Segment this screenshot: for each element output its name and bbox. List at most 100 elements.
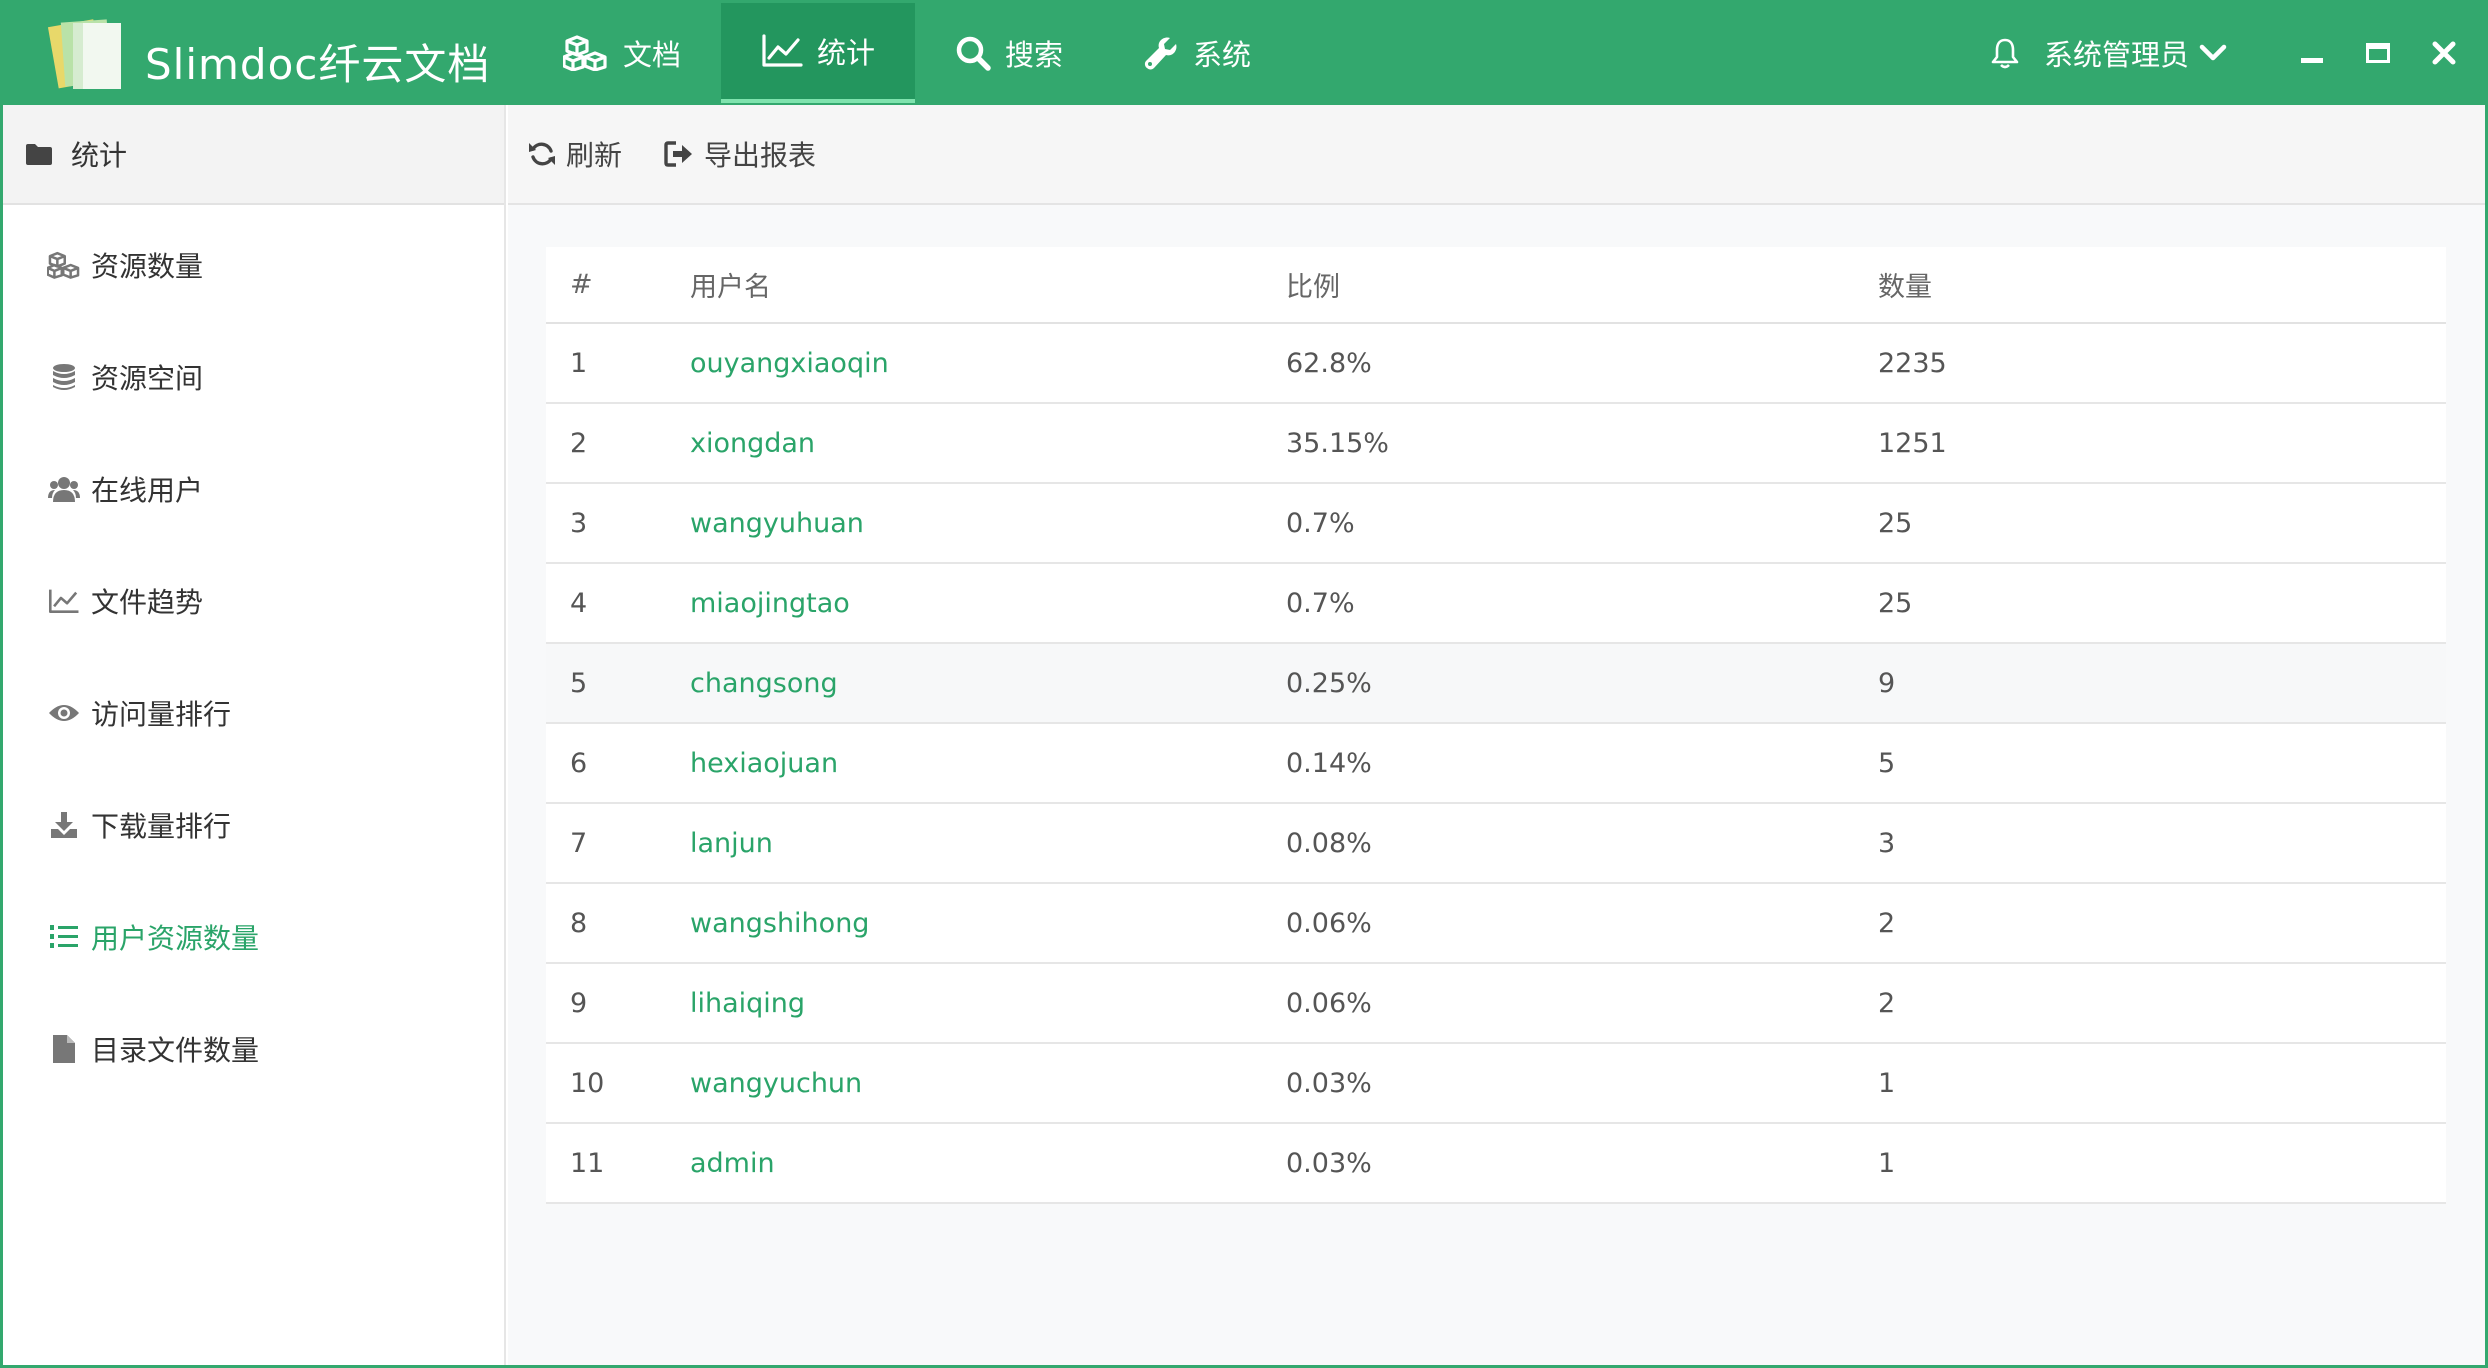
ratio-cell: 0.06% <box>1286 963 1878 1044</box>
nav-item-system[interactable]: 系统 <box>1103 3 1291 103</box>
sidebar-item-label: 访问量排行 <box>91 698 232 731</box>
chevron-down-icon[interactable] <box>2199 43 2227 63</box>
ratio-cell: 0.08% <box>1286 803 1878 884</box>
username-link[interactable]: lihaiqing <box>690 963 1286 1044</box>
table-row: 8 wangshihong 0.06% 2 <box>546 883 2446 964</box>
row-index: 7 <box>546 803 690 884</box>
sidebar-item-label: 资源数量 <box>91 250 204 283</box>
sidebar-header: 统计 <box>3 105 504 205</box>
list-ol-icon <box>50 925 78 948</box>
line-chart-icon <box>762 34 803 67</box>
refresh-icon <box>529 142 555 166</box>
sidebar-item-file-trend[interactable]: 文件趋势 <box>3 545 504 657</box>
main-nav: 文档 统计 搜索 系统 <box>523 3 1291 103</box>
username-link[interactable]: ouyangxiaoqin <box>690 323 1286 404</box>
row-index: 2 <box>546 403 690 484</box>
sidebar-item-online-users[interactable]: 在线用户 <box>3 433 504 545</box>
ratio-cell: 0.06% <box>1286 883 1878 964</box>
export-report-button[interactable]: 导出报表 <box>664 134 816 174</box>
bell-icon[interactable] <box>1990 37 2020 69</box>
count-cell: 25 <box>1878 563 2446 644</box>
maximize-button[interactable] <box>2345 3 2411 103</box>
count-cell: 2 <box>1878 963 2446 1044</box>
table-header-row: # 用户名 比例 数量 <box>546 247 2446 324</box>
ratio-cell: 0.25% <box>1286 643 1878 724</box>
sidebar-item-label: 文件趋势 <box>91 586 204 619</box>
column-header-username: 用户名 <box>690 247 1286 324</box>
nav-label-system: 系统 <box>1193 38 1252 72</box>
table-row: 6 hexiaojuan 0.14% 5 <box>546 723 2446 804</box>
cubes-icon <box>47 251 80 279</box>
table-row: 7 lanjun 0.08% 3 <box>546 803 2446 884</box>
sidebar-item-download-ranking[interactable]: 下载量排行 <box>3 769 504 881</box>
ratio-cell: 0.7% <box>1286 563 1878 644</box>
app-logo-icon <box>47 19 121 89</box>
nav-item-search[interactable]: 搜索 <box>915 3 1103 103</box>
sidebar: 统计 资源数量 资源空间 在线用户 文件趋势 访问量排行 下载量排行 用户资源数… <box>3 105 506 1365</box>
wrench-icon <box>1144 37 1177 70</box>
row-index: 1 <box>546 323 690 404</box>
download-icon <box>51 812 77 838</box>
username-link[interactable]: hexiaojuan <box>690 723 1286 804</box>
username-link[interactable]: lanjun <box>690 803 1286 884</box>
table-row: 1 ouyangxiaoqin 62.8% 2235 <box>546 323 2446 404</box>
sidebar-item-resource-space[interactable]: 资源空间 <box>3 321 504 433</box>
file-icon <box>53 1035 75 1063</box>
main-content: 刷新 导出报表 # 用户名 比例 数量 1 ouyangxiaoqin 62.8… <box>508 105 2485 1365</box>
row-index: 11 <box>546 1123 690 1204</box>
ratio-cell: 62.8% <box>1286 323 1878 404</box>
count-cell: 5 <box>1878 723 2446 804</box>
table-row: 3 wangyuhuan 0.7% 25 <box>546 483 2446 564</box>
username-link[interactable]: xiongdan <box>690 403 1286 484</box>
sidebar-item-label: 下载量排行 <box>91 810 232 843</box>
minimize-button[interactable] <box>2279 3 2345 103</box>
column-header-ratio: 比例 <box>1286 247 1878 324</box>
row-index: 4 <box>546 563 690 644</box>
cubes-icon <box>563 35 607 71</box>
refresh-label: 刷新 <box>566 139 623 172</box>
app-brand: Slimdoc纤云文档 <box>145 40 491 89</box>
maximize-icon <box>2366 43 2390 63</box>
row-index: 9 <box>546 963 690 1044</box>
count-cell: 1 <box>1878 1123 2446 1204</box>
username-link[interactable]: wangshihong <box>690 883 1286 964</box>
username-link[interactable]: miaojingtao <box>690 563 1286 644</box>
ratio-cell: 0.14% <box>1286 723 1878 804</box>
sidebar-title: 统计 <box>71 139 128 172</box>
ratio-cell: 0.03% <box>1286 1043 1878 1124</box>
nav-item-statistics[interactable]: 统计 <box>721 3 916 103</box>
ratio-cell: 0.7% <box>1286 483 1878 564</box>
sidebar-menu: 资源数量 资源空间 在线用户 文件趋势 访问量排行 下载量排行 用户资源数量 目… <box>3 205 504 1105</box>
count-cell: 25 <box>1878 483 2446 564</box>
sidebar-item-directory-file-count[interactable]: 目录文件数量 <box>3 993 504 1105</box>
user-resource-table-container: # 用户名 比例 数量 1 ouyangxiaoqin 62.8% 2235 2 <box>546 247 2446 1204</box>
username-link[interactable]: wangyuchun <box>690 1043 1286 1124</box>
username-link[interactable]: changsong <box>690 643 1286 724</box>
sidebar-item-user-resource-count[interactable]: 用户资源数量 <box>3 881 504 993</box>
eye-icon <box>49 705 79 721</box>
folder-icon <box>26 144 52 165</box>
sidebar-item-label: 资源空间 <box>91 362 204 395</box>
count-cell: 3 <box>1878 803 2446 884</box>
database-icon <box>53 364 75 390</box>
table-row: 5 changsong 0.25% 9 <box>546 643 2446 724</box>
nav-label-search: 搜索 <box>1005 38 1064 72</box>
column-header-index: # <box>546 247 690 324</box>
sign-out-icon <box>664 141 693 167</box>
table-row: 4 miaojingtao 0.7% 25 <box>546 563 2446 644</box>
close-button[interactable] <box>2411 3 2477 103</box>
nav-item-documents[interactable]: 文档 <box>523 3 721 103</box>
sidebar-item-visit-ranking[interactable]: 访问量排行 <box>3 657 504 769</box>
table-row: 10 wangyuchun 0.03% 1 <box>546 1043 2446 1124</box>
username-link[interactable]: admin <box>690 1123 1286 1204</box>
count-cell: 2235 <box>1878 323 2446 404</box>
table-row: 11 admin 0.03% 1 <box>546 1123 2446 1204</box>
row-index: 3 <box>546 483 690 564</box>
nav-label-documents: 文档 <box>623 38 682 72</box>
users-icon <box>48 477 80 502</box>
current-user-name[interactable]: 系统管理员 <box>2044 32 2189 74</box>
row-index: 8 <box>546 883 690 964</box>
refresh-button[interactable]: 刷新 <box>528 134 622 174</box>
username-link[interactable]: wangyuhuan <box>690 483 1286 564</box>
sidebar-item-resource-count[interactable]: 资源数量 <box>3 209 504 321</box>
